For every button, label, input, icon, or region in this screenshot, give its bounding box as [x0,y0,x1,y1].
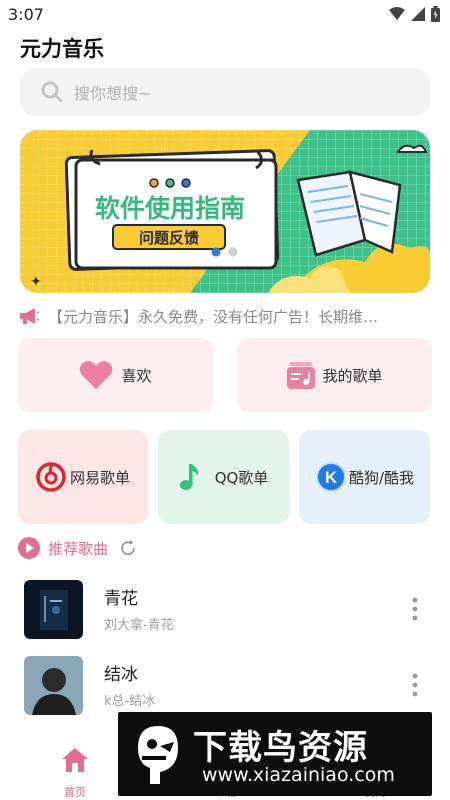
search-bar[interactable]: 搜你想搜~ [20,68,430,116]
recommend-header: 推荐歌曲 [18,536,138,560]
svg-text:K: K [325,468,338,487]
search-placeholder: 搜你想搜~ [74,84,152,103]
kugou-playlist-card[interactable]: K 酷狗/酷我 [299,430,430,524]
book-icon [296,170,402,257]
refresh-icon[interactable] [118,538,138,558]
recommend-title: 推荐歌曲 [48,539,109,558]
netease-playlist-card[interactable]: 网易歌单 [18,430,148,524]
watermark-overlay: 下载鸟资源 www.xiazainiao.com [118,712,432,796]
netease-playlist-label: 网易歌单 [69,468,130,487]
song-cover-1 [24,580,83,639]
status-icons [389,6,440,22]
app-title: 元力音乐 [20,37,104,61]
watermark-url: www.xiazainiao.com [202,764,395,786]
heart-icon [80,361,113,389]
favorites-card[interactable]: 喜欢 [18,338,213,412]
qq-playlist-card[interactable]: QQ歌单 [158,430,289,524]
play-circle-icon [18,537,40,559]
watermark-brand: 下载鸟资源 [193,728,368,768]
wifi-icon [389,7,405,20]
cloud-icon [396,144,428,153]
banner-title: 软件使用指南 [95,194,245,223]
more-vertical-icon[interactable] [410,596,420,622]
kugou-playlist-label: 酷狗/酷我 [348,468,415,487]
song-title-1: 青花 [104,589,138,609]
megaphone-icon [20,308,40,324]
tab-home-label: 首页 [64,786,86,799]
favorites-label: 喜欢 [121,366,152,385]
playlist-icon [287,362,316,389]
song-item-1[interactable]: 青花 刘大拿-青花 [0,580,450,650]
song-subtitle-2: k总-结冰 [104,694,156,709]
carousel-dot-2[interactable] [228,247,238,257]
tab-home[interactable]: 首页 [20,732,130,800]
status-bar: 3:07 [0,0,450,30]
status-time: 3:07 [8,5,44,24]
song-cover-2 [24,656,83,715]
netease-icon [36,462,66,492]
banner-button[interactable]: 问题反馈 [139,229,199,247]
signal-icon [411,7,425,21]
announcement-text: 【元力音乐】永久免费，没有任何广告！长期维… [48,307,379,326]
qq-playlist-label: QQ歌单 [214,468,269,487]
search-icon [41,81,63,103]
song-title-2: 结冰 [104,665,138,685]
qq-music-icon [179,464,198,490]
announcement-bar[interactable]: 【元力音乐】永久免费，没有任何广告！长期维… [18,304,436,328]
carousel-dot-1[interactable] [211,247,221,257]
more-vertical-icon[interactable] [410,672,420,698]
sparkle-icon: ✦ [30,274,42,290]
bird-logo-icon [138,726,178,784]
home-icon [62,748,88,772]
my-playlists-card[interactable]: 我的歌单 [237,338,432,412]
banner-carousel[interactable]: 软件使用指南 问题反馈 ✦ [20,130,430,293]
battery-icon [431,6,440,22]
kugou-icon: K [315,462,346,492]
song-subtitle-1: 刘大拿-青花 [104,618,174,633]
banner-illustration: 软件使用指南 问题反馈 ✦ [20,130,430,293]
my-playlists-label: 我的歌单 [322,366,383,385]
